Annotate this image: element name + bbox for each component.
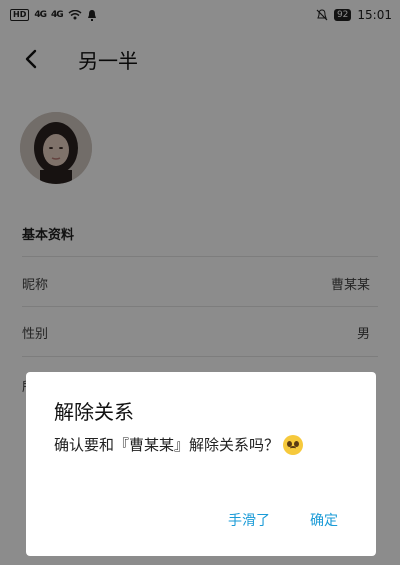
dialog-message-row: 确认要和『曹某某』解除关系吗？ xyxy=(54,434,304,455)
cancel-button[interactable]: 手滑了 xyxy=(228,510,270,530)
unbind-dialog: 解除关系 确认要和『曹某某』解除关系吗？ 手滑了 确定 xyxy=(26,372,376,556)
emoji-mouth xyxy=(290,445,297,451)
dialog-message: 确认要和『曹某某』解除关系吗？ xyxy=(54,436,280,454)
confirm-button[interactable]: 确定 xyxy=(310,510,338,530)
dialog-title: 解除关系 xyxy=(54,400,134,424)
pleading-face-icon xyxy=(283,434,304,455)
